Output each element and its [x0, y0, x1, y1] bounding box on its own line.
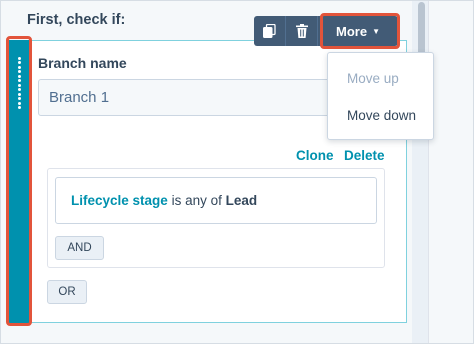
more-menu: Move up Move down [327, 52, 434, 140]
delete-link[interactable]: Delete [344, 148, 385, 163]
side-panel [428, 0, 474, 344]
filter-property: Lifecycle stage [71, 193, 168, 208]
or-button[interactable]: OR [47, 280, 87, 304]
menu-item-move-down[interactable]: Move down [347, 108, 416, 123]
delete-branch-button[interactable] [286, 16, 318, 46]
filter-value: Lead [225, 193, 258, 208]
branch-name-input[interactable] [38, 79, 338, 116]
drag-handle-highlight [6, 36, 32, 326]
and-button[interactable]: AND [55, 236, 104, 260]
clone-branch-button[interactable] [254, 16, 286, 46]
clone-link[interactable]: Clone [296, 148, 334, 163]
more-button[interactable]: More ▼ [318, 16, 398, 46]
branch-name-label: Branch name [38, 55, 127, 71]
menu-item-move-up: Move up [347, 71, 399, 86]
copy-icon [263, 24, 276, 38]
filter-condition-text: Lifecycle stage is any of Lead [71, 193, 257, 208]
section-heading: First, check if: [27, 12, 126, 28]
branch-toolbar: More ▼ [254, 16, 398, 46]
trash-icon [295, 24, 308, 38]
more-label: More [336, 23, 368, 39]
filter-operator: is any of [171, 193, 222, 208]
caret-down-icon: ▼ [372, 26, 380, 36]
